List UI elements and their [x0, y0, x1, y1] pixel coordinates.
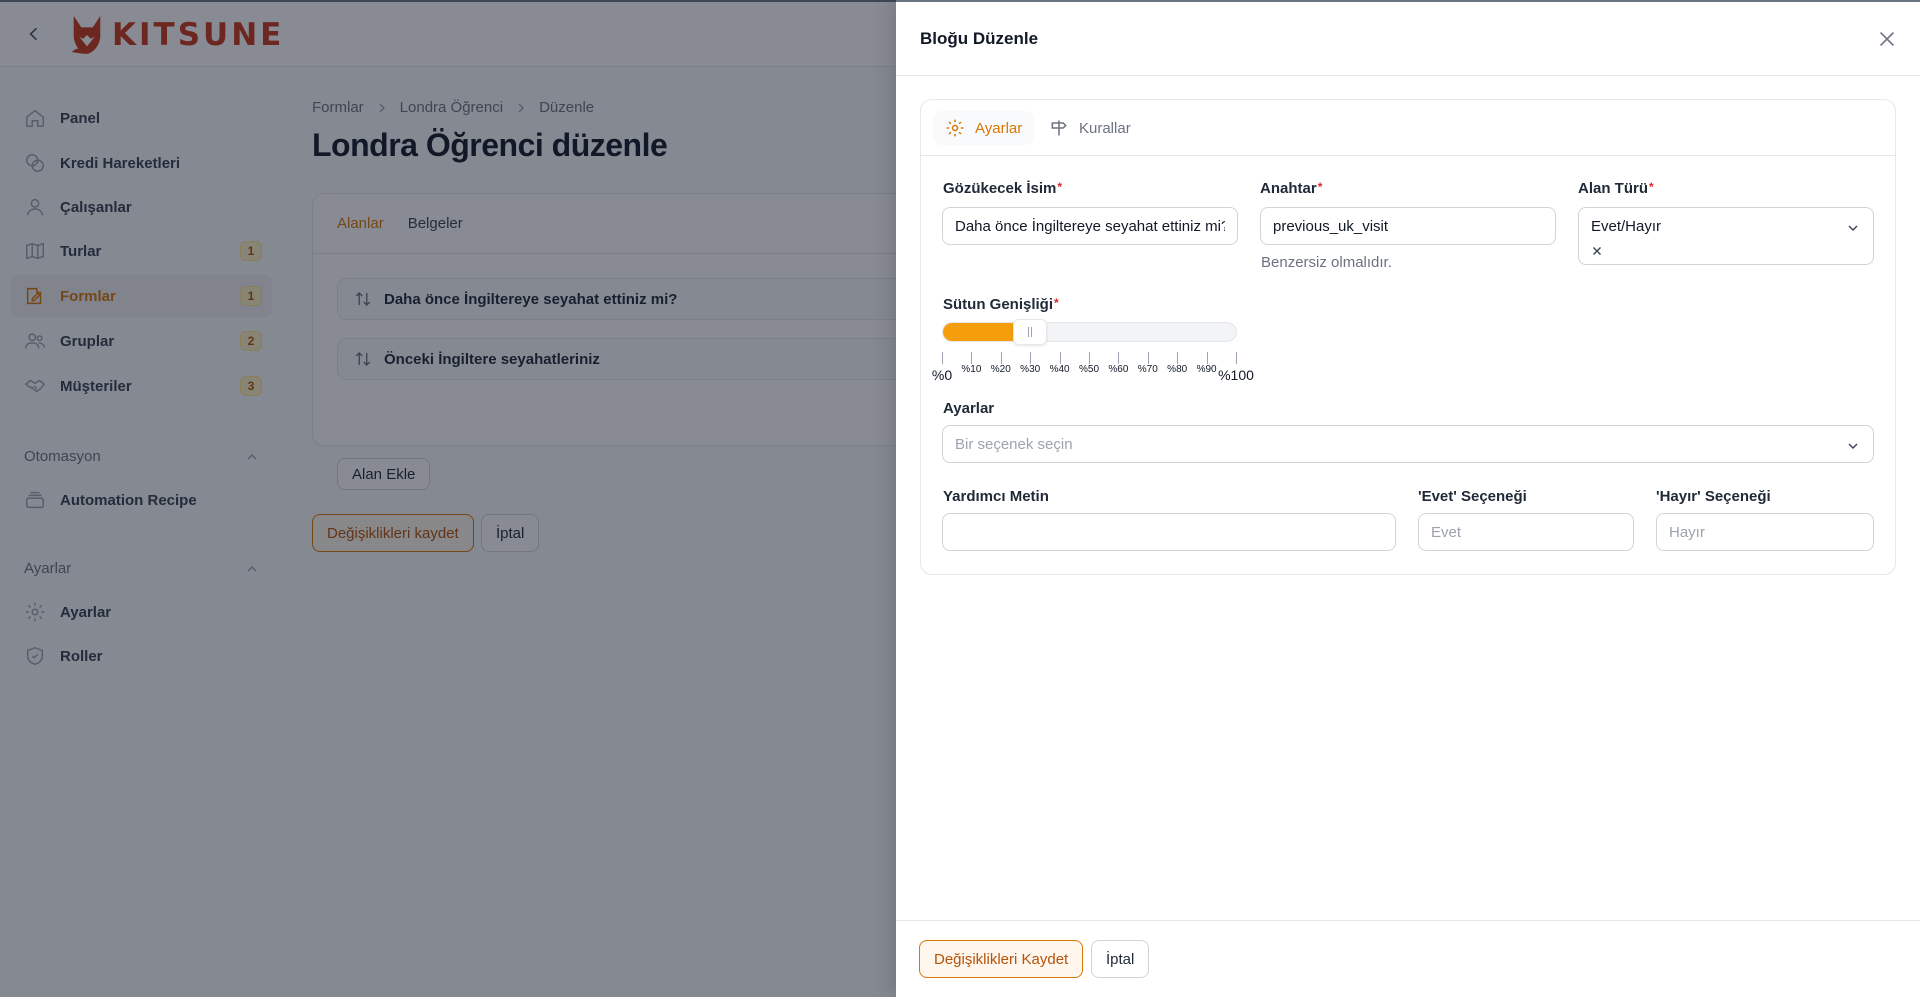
chevron-down-icon — [1848, 443, 1858, 449]
slider-tick — [1118, 352, 1120, 364]
slider-tick — [1089, 352, 1090, 364]
slider-track[interactable] — [942, 322, 1237, 342]
slider-tick-label: %80 — [1167, 364, 1188, 375]
cancel-button[interactable]: İptal — [1091, 940, 1150, 978]
helper-text-input[interactable] — [942, 513, 1396, 551]
slider-tick — [942, 352, 943, 364]
signpost-icon — [1051, 120, 1067, 136]
column-width-label: Sütun Genişliği* — [943, 296, 1059, 313]
tab-label: Ayarlar — [975, 119, 1023, 137]
no-option-label: 'Hayır' Seçeneği — [1656, 488, 1771, 505]
field-type-value: Evet/Hayır — [1591, 218, 1662, 235]
key-input[interactable] — [1260, 207, 1556, 245]
yes-option-label: 'Evet' Seçeneği — [1418, 488, 1527, 505]
slider-tick — [1030, 352, 1032, 364]
panel-footer: Değişiklikleri Kaydet İptal — [896, 920, 1920, 997]
slider-tick-label: %100 — [1218, 367, 1254, 383]
slider-tick-label: %50 — [1078, 364, 1100, 375]
slider-tick — [1000, 352, 1002, 364]
slider-tick-label: %20 — [990, 364, 1011, 375]
helper-text-label: Yardımcı Metin — [943, 488, 1049, 505]
no-option-input[interactable] — [1656, 513, 1874, 551]
slider-tick — [1059, 352, 1061, 364]
edit-block-panel: Bloğu Düzenle Ayarlar Kurallar Gözükecek… — [896, 0, 1920, 997]
field-type-select[interactable]: Evet/Hayır — [1578, 207, 1874, 265]
column-width-slider[interactable]: %0 %10 %20 %30 %40 %50 %60 %70 %80 %90 %100 — [932, 319, 1254, 392]
slider-tick — [1177, 352, 1179, 364]
key-hint: Benzersiz olmalıdır. — [1261, 254, 1392, 271]
slider-tick-label: %0 — [931, 367, 953, 383]
chevron-down-icon — [1848, 225, 1858, 231]
save-changes-button[interactable]: Değişiklikleri Kaydet — [919, 940, 1084, 978]
tab-label: Kurallar — [1079, 119, 1131, 137]
slider-tick-label: %30 — [1020, 364, 1041, 375]
slider-tick-label: %40 — [1049, 364, 1070, 375]
slider-tick-label: %90 — [1196, 364, 1217, 375]
slider-tick-label: %70 — [1137, 364, 1158, 375]
slider-tick — [1147, 352, 1149, 364]
slider-handle[interactable] — [1013, 319, 1048, 345]
settings-placeholder: Bir seçenek seçin — [955, 436, 1073, 453]
gear-icon — [946, 119, 964, 137]
field-type-label: Alan Türü* — [1578, 180, 1654, 197]
block-tabs: Ayarlar Kurallar — [921, 100, 1895, 156]
display-name-input[interactable] — [942, 207, 1238, 245]
close-icon[interactable] — [1876, 28, 1898, 50]
settings-select[interactable]: Bir seçenek seçin — [942, 425, 1874, 463]
slider-tick — [1206, 352, 1208, 364]
tab-rules[interactable]: Kurallar — [1037, 111, 1143, 145]
panel-title: Bloğu Düzenle — [920, 29, 1039, 48]
tab-settings[interactable]: Ayarlar — [933, 111, 1035, 145]
clear-x-icon[interactable] — [1590, 244, 1604, 258]
settings-label: Ayarlar — [943, 400, 995, 417]
slider-tick — [1236, 352, 1237, 364]
panel-header: Bloğu Düzenle — [896, 0, 1920, 76]
slider-tick-label: %10 — [961, 364, 982, 375]
display-name-label: Gözükecek İsim* — [943, 180, 1063, 197]
slider-tick — [971, 352, 973, 364]
yes-option-input[interactable] — [1418, 513, 1634, 551]
key-label: Anahtar* — [1260, 180, 1323, 197]
slider-tick-label: %60 — [1108, 364, 1129, 375]
